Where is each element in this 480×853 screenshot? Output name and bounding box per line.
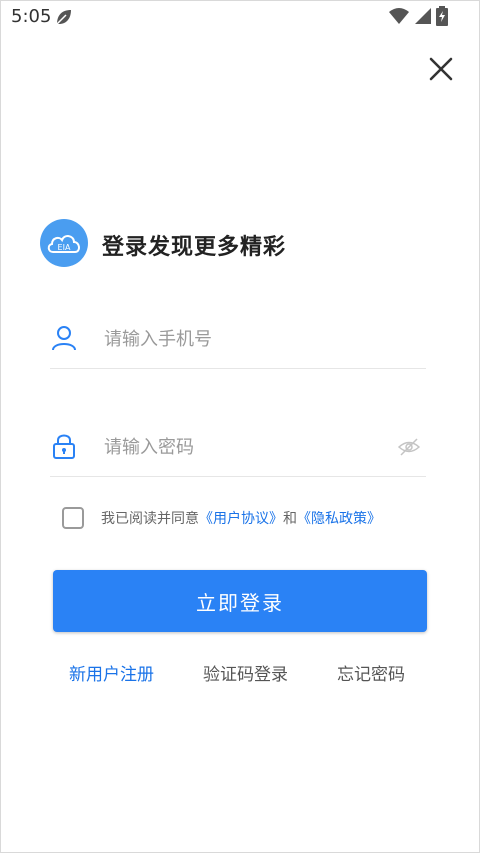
user-icon [52, 326, 76, 351]
status-time: 5:05 [11, 6, 52, 27]
signal-icon [415, 8, 431, 24]
lock-icon [53, 434, 75, 459]
password-input[interactable] [104, 432, 374, 462]
cloud-icon: EIA [47, 235, 80, 253]
bottom-links: 新用户注册 验证码登录 忘记密码 [0, 660, 480, 685]
forgot-password-link[interactable]: 忘记密码 [337, 660, 405, 685]
agreement-conjunction: 和 [283, 511, 297, 527]
register-link[interactable]: 新用户注册 [69, 660, 154, 685]
login-button[interactable]: 立即登录 [53, 570, 427, 632]
brand-logo-text: EIA [58, 243, 71, 252]
wifi-icon [389, 8, 409, 24]
phone-field [50, 316, 426, 369]
phone-input[interactable] [104, 324, 374, 354]
battery-icon [436, 6, 448, 26]
brand-logo: EIA [40, 219, 88, 267]
close-icon[interactable] [424, 52, 458, 86]
user-agreement-link[interactable]: 《用户协议》 [199, 508, 283, 528]
sms-login-link[interactable]: 验证码登录 [203, 660, 288, 685]
eye-off-icon[interactable] [398, 436, 420, 458]
agreement-checkbox[interactable] [62, 507, 84, 529]
agreement-row: 我已阅读并同意 《用户协议》 和 《隐私政策》 [62, 506, 381, 530]
agreement-prefix: 我已阅读并同意 [101, 511, 199, 527]
leaf-icon [56, 10, 71, 25]
brand-title: 登录发现更多精彩 [102, 235, 287, 260]
password-field [50, 424, 426, 477]
status-icons [388, 6, 448, 26]
privacy-policy-link[interactable]: 《隐私政策》 [297, 508, 381, 528]
status-bar: 5:05 [0, 0, 480, 32]
